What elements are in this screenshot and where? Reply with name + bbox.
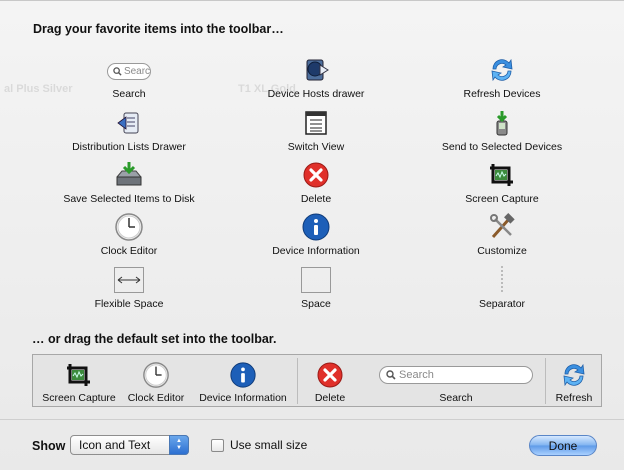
- toolbar-item-customize[interactable]: Customize: [412, 212, 592, 257]
- search-field-icon: Searc: [106, 57, 152, 85]
- toolbar-item-label: Send to Selected Devices: [441, 141, 563, 153]
- default-item-label: Device Information: [199, 392, 287, 404]
- default-item-refresh: Refresh: [551, 361, 597, 404]
- done-button[interactable]: Done: [529, 435, 597, 456]
- delete-icon: [305, 361, 355, 389]
- flexible-space-icon: [112, 265, 146, 295]
- default-separator: [545, 358, 546, 404]
- show-mode-value: Icon and Text: [79, 438, 151, 452]
- toolbar-item-label: Delete: [300, 193, 332, 205]
- toolbar-item-label: Screen Capture: [465, 193, 539, 205]
- customize-tools-icon: [485, 212, 519, 242]
- toolbar-item-delete[interactable]: Delete: [226, 160, 406, 205]
- info-icon: [299, 212, 333, 242]
- toolbar-item-distribution-lists-drawer[interactable]: Distribution Lists Drawer: [39, 108, 219, 153]
- toolbar-item-label: Switch View: [287, 141, 345, 153]
- delete-icon: [299, 160, 333, 190]
- toolbar-item-label: Distribution Lists Drawer: [72, 141, 186, 153]
- default-set-title: … or drag the default set into the toolb…: [32, 332, 277, 346]
- toolbar-item-flexible-space[interactable]: Flexible Space: [39, 265, 219, 310]
- magnifier-icon: [386, 370, 396, 380]
- default-toolbar-set[interactable]: Screen Capture Clock Editor Device Infor…: [32, 354, 602, 407]
- default-item-screen-capture: Screen Capture: [39, 361, 119, 404]
- screen-capture-icon: [39, 361, 119, 389]
- toolbar-item-refresh-devices[interactable]: Refresh Devices: [412, 55, 592, 100]
- save-to-disk-icon: [112, 160, 146, 190]
- distribution-lists-drawer-icon: [112, 108, 146, 138]
- toolbar-item-device-hosts-drawer[interactable]: Device Hosts drawer: [226, 55, 406, 100]
- refresh-icon: [485, 55, 519, 85]
- clock-icon: [112, 212, 146, 242]
- footer-divider: [0, 419, 624, 420]
- toolbar-item-switch-view[interactable]: Switch View: [226, 108, 406, 153]
- popup-arrows-icon: ▲ ▼: [169, 435, 189, 455]
- toolbar-item-label: Search: [112, 88, 146, 100]
- default-item-search: Search Search: [379, 361, 533, 404]
- use-small-size-checkbox[interactable]: [211, 439, 224, 452]
- refresh-icon: [551, 361, 597, 389]
- default-item-label: Refresh: [555, 392, 593, 404]
- toolbar-item-label: Customize: [477, 245, 527, 257]
- default-item-label: Screen Capture: [42, 392, 116, 404]
- toolbar-item-label: Device Information: [272, 245, 360, 257]
- toolbar-item-send-to-selected-devices[interactable]: Send to Selected Devices: [412, 108, 592, 153]
- toolbar-item-space[interactable]: Space: [226, 265, 406, 310]
- search-field-icon: Search: [379, 361, 533, 389]
- default-item-label: Clock Editor: [127, 392, 185, 404]
- switch-view-icon: [299, 108, 333, 138]
- show-mode-popup[interactable]: Icon and Text ▲ ▼: [70, 435, 189, 455]
- toolbar-item-label: Device Hosts drawer: [267, 88, 365, 100]
- toolbar-item-label: Separator: [478, 298, 526, 310]
- toolbar-item-label: Space: [301, 298, 331, 310]
- toolbar-item-search[interactable]: Searc Search: [39, 57, 219, 100]
- send-to-devices-icon: [485, 108, 519, 138]
- use-small-size-label[interactable]: Use small size: [230, 438, 307, 452]
- default-search-placeholder: Search: [399, 369, 434, 381]
- toolbar-item-clock-editor[interactable]: Clock Editor: [39, 212, 219, 257]
- magnifier-icon: [113, 66, 122, 76]
- toolbar-item-save-selected-items-to-disk[interactable]: Save Selected Items to Disk: [39, 160, 219, 205]
- toolbar-item-label: Save Selected Items to Disk: [63, 193, 195, 205]
- default-separator: [297, 358, 298, 404]
- toolbar-item-label: Clock Editor: [100, 245, 158, 257]
- default-item-label: Delete: [314, 392, 346, 404]
- default-item-clock-editor: Clock Editor: [123, 361, 189, 404]
- default-item-delete: Delete: [305, 361, 355, 404]
- default-item-device-information: Device Information: [195, 361, 291, 404]
- search-preview-field: Searc: [106, 62, 152, 80]
- sheet-title: Drag your favorite items into the toolba…: [33, 22, 284, 36]
- customize-toolbar-sheet: al Plus Silver T1 XL Gold Drag your favo…: [0, 0, 624, 470]
- default-item-label: Search: [439, 392, 473, 404]
- default-search-field: Search: [379, 366, 533, 384]
- screen-capture-icon: [485, 160, 519, 190]
- space-icon: [299, 265, 333, 295]
- separator-icon: [485, 265, 519, 295]
- toolbar-item-label: Refresh Devices: [463, 88, 541, 100]
- toolbar-item-label: Flexible Space: [94, 298, 164, 310]
- toolbar-item-separator[interactable]: Separator: [412, 265, 592, 310]
- device-hosts-drawer-icon: [299, 55, 333, 85]
- done-button-label: Done: [548, 438, 578, 453]
- info-icon: [195, 361, 291, 389]
- show-label: Show: [32, 439, 66, 453]
- toolbar-item-screen-capture[interactable]: Screen Capture: [412, 160, 592, 205]
- toolbar-item-device-information[interactable]: Device Information: [226, 212, 406, 257]
- search-preview-placeholder: Searc: [123, 65, 151, 77]
- clock-icon: [123, 361, 189, 389]
